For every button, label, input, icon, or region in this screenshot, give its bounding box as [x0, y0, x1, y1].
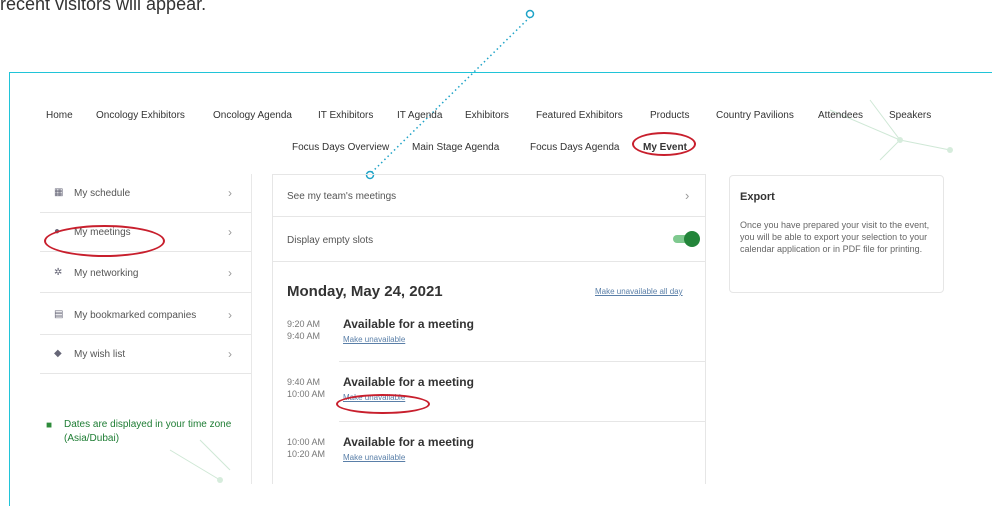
people-icon: ✲: [54, 267, 63, 278]
divider: [339, 421, 705, 422]
slot-end-time: 9:40 AM: [287, 331, 321, 341]
team-meetings-label: See my team's meetings: [287, 191, 397, 202]
intro-text: recent visitors will appear.: [0, 0, 207, 14]
slot-title: Available for a meeting: [343, 435, 474, 449]
highlight-ring-my-meetings: [44, 225, 165, 257]
make-unavailable-link[interactable]: Make unavailable: [343, 453, 405, 462]
sidebar-item-my-networking[interactable]: ✲ My networking ›: [40, 254, 252, 292]
nav-featured-exhibitors[interactable]: Featured Exhibitors: [536, 110, 623, 121]
nav-oncology-exhibitors[interactable]: Oncology Exhibitors: [96, 110, 185, 121]
slot-end-time: 10:00 AM: [287, 389, 326, 399]
nav-country-pavilions[interactable]: Country Pavilions: [716, 110, 794, 121]
nav-it-exhibitors[interactable]: IT Exhibitors: [318, 110, 373, 121]
sidebar-item-my-wish-list[interactable]: ◆ My wish list ›: [40, 335, 252, 373]
nav-home[interactable]: Home: [46, 110, 73, 121]
timezone-text: Dates are displayed in your time zone (A…: [64, 419, 232, 444]
sidebar-item-label: My networking: [74, 268, 139, 279]
sidebar-item-label: My bookmarked companies: [74, 310, 197, 321]
chevron-right-icon: ›: [228, 186, 232, 200]
make-unavailable-link[interactable]: Make unavailable: [343, 335, 405, 344]
sidebar-item-my-bookmarked-companies[interactable]: ▤ My bookmarked companies ›: [40, 296, 252, 334]
nav-products[interactable]: Products: [650, 110, 689, 121]
nav-oncology-agenda[interactable]: Oncology Agenda: [213, 110, 292, 121]
divider: [40, 373, 252, 374]
sidebar-item-label: My schedule: [74, 188, 131, 199]
meetings-panel: See my team's meetings › Display empty s…: [272, 174, 706, 484]
nav-it-agenda[interactable]: IT Agenda: [397, 110, 442, 121]
chevron-right-icon: ›: [685, 188, 690, 203]
chevron-right-icon: ›: [228, 225, 232, 239]
wishlist-icon: ◆: [54, 348, 62, 359]
chevron-right-icon: ›: [228, 347, 232, 361]
empty-slots-label: Display empty slots: [287, 235, 374, 246]
slot-end-time: 10:20 AM: [287, 449, 326, 459]
toggle-knob: [684, 231, 700, 247]
nav-focus-days-overview[interactable]: Focus Days Overview: [292, 142, 389, 153]
sidebar-item-my-schedule[interactable]: ▦ My schedule ›: [40, 174, 252, 212]
nav-main-stage-agenda[interactable]: Main Stage Agenda: [412, 142, 499, 153]
empty-slots-row: Display empty slots: [273, 217, 705, 261]
slot-title: Available for a meeting: [343, 317, 474, 331]
divider: [273, 261, 705, 262]
meeting-slot: 9:40 AM 10:00 AM Available for a meeting…: [273, 369, 705, 427]
export-description: Once you have prepared your visit to the…: [740, 220, 930, 254]
divider: [40, 292, 252, 293]
divider: [339, 361, 705, 362]
slot-start-time: 9:40 AM: [287, 377, 321, 387]
date-heading: Monday, May 24, 2021: [287, 283, 443, 300]
make-unavailable-all-day-link[interactable]: Make unavailable all day: [595, 287, 683, 296]
bookmark-icon: ▤: [54, 309, 64, 320]
meeting-slot: 10:00 AM 10:20 AM Available for a meetin…: [273, 429, 705, 487]
export-title: Export: [740, 191, 775, 203]
sidebar-item-label: My wish list: [74, 349, 126, 360]
globe-icon: ■: [46, 420, 53, 431]
nav-focus-days-agenda[interactable]: Focus Days Agenda: [530, 142, 620, 153]
timezone-note: ■ Dates are displayed in your time zone …: [40, 380, 252, 452]
empty-slots-toggle[interactable]: [673, 231, 700, 247]
highlight-ring-my-event: [632, 132, 696, 156]
nav-attendees[interactable]: Attendees: [818, 110, 863, 121]
chevron-right-icon: ›: [228, 266, 232, 280]
slot-start-time: 10:00 AM: [287, 437, 326, 447]
slot-title: Available for a meeting: [343, 375, 474, 389]
highlight-ring-make-unavailable: [336, 394, 430, 414]
slot-start-time: 9:20 AM: [287, 319, 321, 329]
calendar-icon: ▦: [54, 187, 64, 198]
nav-exhibitors[interactable]: Exhibitors: [465, 110, 509, 121]
chevron-right-icon: ›: [228, 308, 232, 322]
team-meetings-row[interactable]: See my team's meetings ›: [273, 175, 705, 215]
export-card: Export Once you have prepared your visit…: [729, 175, 944, 293]
nav-speakers[interactable]: Speakers: [889, 110, 931, 121]
